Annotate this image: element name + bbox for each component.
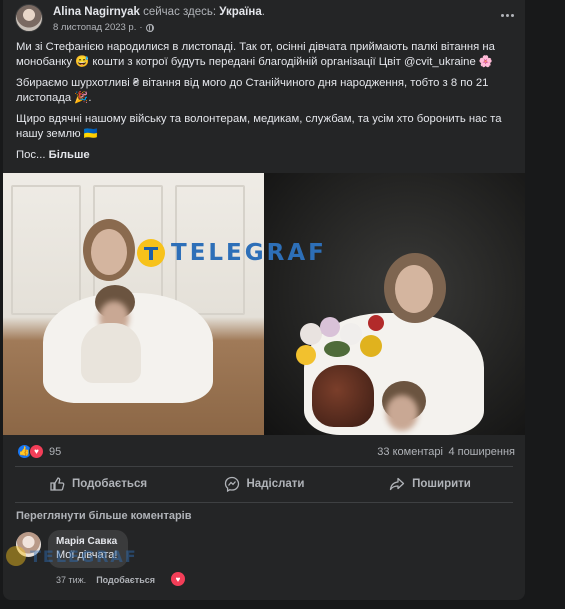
thumbs-up-icon [50,477,65,491]
action-bar: Подобається Надіслати Поширити [15,470,513,498]
author-avatar[interactable] [15,4,43,32]
share-button[interactable]: Поширити [347,470,513,498]
watermark: TELEGRAF [6,546,138,566]
watermark-text: TELEGRAF [171,240,327,266]
post-card: Alina Nagirnyak сейчас здесь: Україна. 8… [3,0,525,600]
share-arrow-icon [389,477,405,491]
like-button[interactable]: Подобається [15,470,181,498]
view-more-comments-link[interactable]: Переглянути більше коментарів [16,510,192,522]
post-body: Ми зі Стефанією народилися в листопаді. … [16,40,516,169]
messenger-icon [224,476,239,492]
divider [15,502,513,503]
more-horizontal-icon[interactable] [497,8,517,22]
post-paragraph: Ми зі Стефанією народилися в листопаді. … [16,41,495,68]
location-link[interactable]: Україна [219,6,261,18]
author-status-text: сейчас здесь: [139,6,220,18]
send-button-label: Надіслати [246,478,305,490]
post-date[interactable]: 8 листопад 2023 р. [53,22,136,33]
wall-panel [11,185,81,315]
send-button[interactable]: Надіслати [181,470,347,498]
post-paragraph: Щиро вдячні нашому війську та волонтерам… [16,113,502,140]
heart-icon[interactable]: ♥ [171,572,185,586]
comment-like-button[interactable]: Подобається [96,575,155,585]
child-dress [81,323,141,383]
watermark-text: TELEGRAF [30,546,138,566]
author-status-end: . [261,6,265,18]
truncated-text: Пос... [16,149,46,161]
shares-count[interactable]: 4 поширення [448,446,515,458]
flower [300,323,322,345]
post-header: Alina Nagirnyak сейчас здесь: Україна. 8… [15,4,515,38]
leaves [324,341,350,357]
post-paragraph: Збираємо шурхотливі ₴ вітання від мого д… [16,77,489,104]
telegraf-logo-icon [137,239,165,267]
reactions-bar: 👍 ♥ 95 33 коментарі 4 поширення [17,443,515,461]
watermark: TELEGRAF [137,239,327,267]
like-button-label: Подобається [71,478,148,490]
post-truncated-line: Пос... Більше [16,148,516,163]
comment-time[interactable]: 37 тиж. [56,575,86,585]
photo-left[interactable] [3,173,264,435]
flower [320,317,340,337]
child-face-blurred [386,395,418,431]
comments-count[interactable]: 33 коментарі [377,446,443,458]
share-button-label: Поширити [412,478,471,490]
telegraf-logo-icon [6,546,26,566]
meta-separator: · [139,22,143,33]
see-more-link[interactable]: Більше [49,149,90,161]
woman-face [395,265,433,313]
woman-face [91,229,127,275]
comment: Марія Савка Мої дівчата! TELEGRAF 37 тиж… [6,530,486,590]
divider [15,466,513,467]
author-line: Alina Nagirnyak сейчас здесь: Україна. [53,6,265,18]
vase [312,365,374,427]
heart-icon: ♥ [29,444,44,459]
photo-grid: TELEGRAF [3,173,525,435]
photo-right[interactable] [264,173,525,435]
reaction-count[interactable]: 95 [49,446,61,458]
author-name[interactable]: Alina Nagirnyak [53,6,140,18]
reaction-icons[interactable]: 👍 ♥ [17,444,44,459]
comment-meta: 37 тиж. Подобається [56,575,155,585]
flower [368,315,384,331]
globe-icon [145,23,154,32]
flower [360,335,382,357]
flower [296,345,316,365]
post-meta: 8 листопад 2023 р. · [53,22,154,33]
